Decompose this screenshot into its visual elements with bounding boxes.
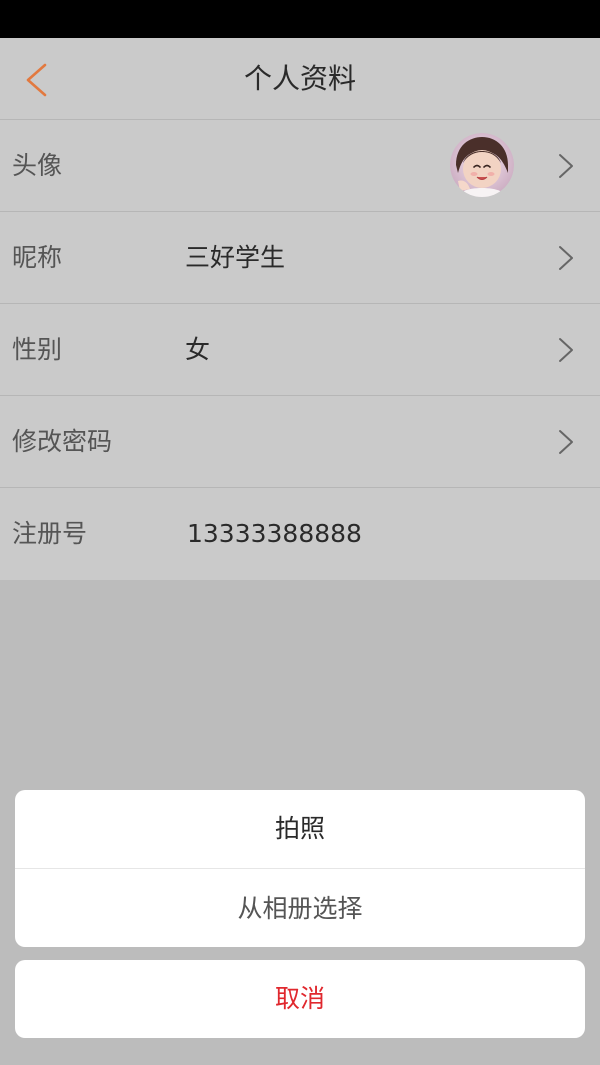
- take-photo-button[interactable]: 拍照: [15, 790, 585, 868]
- chevron-right-icon: [559, 430, 573, 454]
- choose-from-album-button[interactable]: 从相册选择: [15, 868, 585, 947]
- register-number-value: 13333388888: [187, 519, 362, 548]
- change-password-label: 修改密码: [12, 427, 113, 456]
- navigation-bar: 个人资料: [0, 38, 600, 120]
- nickname-row[interactable]: 昵称 三好学生: [0, 212, 600, 304]
- page-title: 个人资料: [243, 62, 356, 95]
- gender-value: 女: [185, 335, 211, 364]
- change-password-row[interactable]: 修改密码: [0, 396, 600, 488]
- profile-list: 头像 昵称 三好学生 性别 女 修改密码 注册号 13333388888: [0, 120, 600, 580]
- nickname-label: 昵称: [12, 243, 63, 272]
- status-bar: [0, 0, 600, 38]
- nickname-value: 三好学生: [185, 243, 286, 272]
- register-number-row: 注册号 13333388888: [0, 488, 600, 580]
- avatar-label: 头像: [12, 151, 63, 180]
- gender-label: 性别: [12, 335, 63, 364]
- cancel-button[interactable]: 取消: [15, 960, 585, 1038]
- register-number-label: 注册号: [12, 519, 88, 548]
- action-sheet: 拍照 从相册选择: [15, 790, 585, 947]
- chevron-right-icon: [559, 154, 573, 178]
- avatar: [450, 133, 514, 197]
- chevron-right-icon: [559, 338, 573, 362]
- gender-row[interactable]: 性别 女: [0, 304, 600, 396]
- avatar-row[interactable]: 头像: [0, 120, 600, 212]
- chevron-right-icon: [559, 246, 573, 270]
